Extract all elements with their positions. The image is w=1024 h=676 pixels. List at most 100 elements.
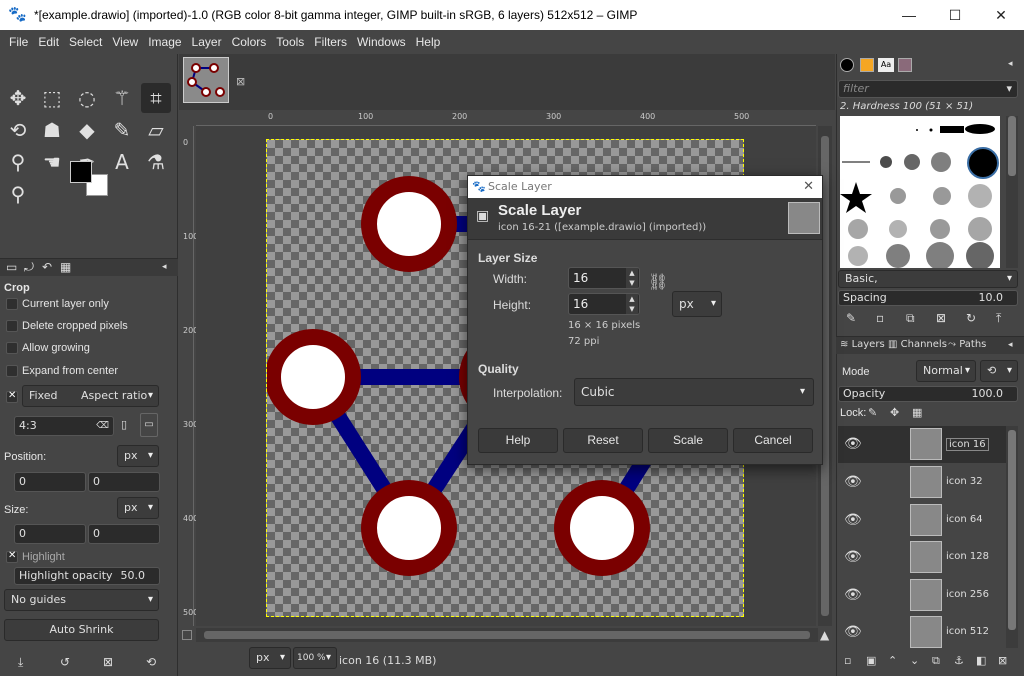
lock-pixels-icon[interactable]: ✎ <box>868 406 877 419</box>
layer-row[interactable]: 👁 icon 16 <box>838 426 1018 463</box>
eye-icon[interactable]: 👁 <box>844 587 862 603</box>
smudge-tool-icon[interactable]: ☚ <box>37 147 67 177</box>
tab-menu-icon[interactable]: ◂ <box>162 262 167 272</box>
close-window-button[interactable]: ✕ <box>978 0 1024 30</box>
navigate-icon[interactable]: ▲ <box>820 628 829 642</box>
device-status-tab-icon[interactable]: ⤾ <box>24 260 34 275</box>
scale-button[interactable]: Scale <box>648 428 728 453</box>
dialog-titlebar[interactable]: 🐾 Scale Layer ✕ <box>468 176 822 198</box>
landscape-icon[interactable]: ▭ <box>140 413 158 437</box>
tool-options-tab-icon[interactable]: ▭ <box>6 260 17 274</box>
width-input[interactable]: 16 ▲ ▼ <box>568 267 640 289</box>
images-tab-icon[interactable]: ▦ <box>60 260 71 274</box>
eye-icon[interactable]: 👁 <box>844 512 862 528</box>
auto-shrink-button[interactable]: Auto Shrink <box>4 619 159 641</box>
fuzzy-select-tool-icon[interactable]: ⚚ <box>107 83 137 113</box>
height-input[interactable]: 16 ▲ ▼ <box>568 293 640 315</box>
ratio-input[interactable]: 4:3 ⌫ <box>14 416 114 436</box>
quick-mask-toggle[interactable] <box>182 630 192 640</box>
zoom-tool-icon[interactable]: ⚲ <box>3 179 33 209</box>
duplicate-layer-icon[interactable]: ⧉ <box>932 654 940 668</box>
new-brush-icon[interactable]: ▫ <box>876 311 884 325</box>
edit-brush-icon[interactable]: ✎ <box>846 311 856 325</box>
mode-switch-button[interactable]: ⟲ ▾ <box>980 360 1018 382</box>
tab-paths[interactable]: ⤳ Paths <box>948 339 986 350</box>
eraser-tool-icon[interactable]: ▱ <box>141 115 171 145</box>
move-tool-icon[interactable]: ✥ <box>3 83 33 113</box>
delete-brush-icon[interactable]: ⊠ <box>936 311 946 325</box>
brush-filter-input[interactable]: filter ▾ <box>838 80 1018 98</box>
spin-arrows-icon[interactable]: ▲ ▼ <box>626 268 638 288</box>
eye-icon[interactable]: 👁 <box>844 549 862 565</box>
highlight-opacity-slider[interactable]: Highlight opacity 50.0 <box>14 567 160 585</box>
transform-tool-icon[interactable]: ⟲ <box>3 115 33 145</box>
position-unit-dropdown[interactable]: px ▾ <box>117 445 159 467</box>
menu-file[interactable]: File <box>4 35 33 49</box>
reset-button[interactable]: Reset <box>563 428 643 453</box>
menu-colors[interactable]: Colors <box>227 35 272 49</box>
position-y-input[interactable]: 0 <box>88 472 160 492</box>
unit-dropdown[interactable]: px ▾ <box>249 647 291 669</box>
delete-layer-icon[interactable]: ⊠ <box>998 654 1007 667</box>
warp-tool-icon[interactable]: ☗ <box>37 115 67 145</box>
mode-dropdown[interactable]: Normal ▾ <box>916 360 976 382</box>
reset-options-icon[interactable]: ⟲ <box>146 655 156 669</box>
restore-options-icon[interactable]: ↺ <box>60 655 70 669</box>
zoom-dropdown[interactable]: 100 % ▾ <box>293 647 337 669</box>
minimize-button[interactable]: — <box>886 0 932 30</box>
eye-icon[interactable]: 👁 <box>844 624 862 640</box>
menu-edit[interactable]: Edit <box>33 35 64 49</box>
portrait-icon[interactable]: ▯ <box>121 418 127 431</box>
open-brush-icon[interactable]: ⤒ <box>996 311 1001 326</box>
dock-menu-icon[interactable]: ◂ <box>1008 340 1013 350</box>
paintbrush-tool-icon[interactable]: ✎ <box>107 115 137 145</box>
size-w-input[interactable]: 0 <box>14 524 86 544</box>
fixed-aspect-dropdown[interactable]: Fixed Aspect ratio ▾ <box>22 385 159 407</box>
close-image-tab-icon[interactable]: ⊠ <box>236 75 245 88</box>
spacing-slider[interactable]: Spacing 10.0 <box>838 290 1018 306</box>
menu-image[interactable]: Image <box>143 35 186 49</box>
menu-layer[interactable]: Layer <box>187 35 227 49</box>
cancel-button[interactable]: Cancel <box>733 428 813 453</box>
layer-opacity-slider[interactable]: Opacity 100.0 <box>838 386 1018 402</box>
rect-select-tool-icon[interactable]: ⬚ <box>37 83 67 113</box>
text-tool-icon[interactable]: A <box>107 147 137 177</box>
delete-cropped-checkbox[interactable] <box>6 320 18 332</box>
mask-layer-icon[interactable]: ◧ <box>976 654 986 667</box>
dock-menu-icon[interactable]: ◂ <box>1008 59 1013 69</box>
spin-arrows-icon[interactable]: ▲ ▼ <box>626 294 638 314</box>
interpolation-dropdown[interactable]: Cubic ▾ <box>574 378 814 406</box>
fonts-tab-icon[interactable]: Aa <box>878 58 894 72</box>
guides-dropdown[interactable]: No guides ▾ <box>4 589 159 611</box>
tab-layers[interactable]: ≋ Layers <box>840 339 885 350</box>
image-thumbnail[interactable] <box>183 57 229 103</box>
horizontal-scrollbar[interactable] <box>196 628 818 642</box>
brush-grid[interactable] <box>840 116 1000 270</box>
menu-windows[interactable]: Windows <box>352 35 411 49</box>
tab-channels[interactable]: ▥ Channels <box>888 339 947 350</box>
allow-growing-checkbox[interactable] <box>6 342 18 354</box>
new-group-icon[interactable]: ▣ <box>866 654 876 667</box>
menu-select[interactable]: Select <box>64 35 107 49</box>
menu-tools[interactable]: Tools <box>271 35 309 49</box>
chain-link-icon[interactable]: ⛓ <box>648 272 668 291</box>
delete-options-icon[interactable]: ⊠ <box>103 655 113 669</box>
foreground-color-swatch[interactable] <box>70 161 92 183</box>
menu-filters[interactable]: Filters <box>309 35 352 49</box>
layer-row[interactable]: 👁 icon 256 <box>838 577 1018 614</box>
eye-icon[interactable]: 👁 <box>844 436 862 452</box>
crop-tool-icon[interactable]: ⌗ <box>141 83 171 113</box>
save-options-icon[interactable]: ⤓ <box>18 655 23 670</box>
highlight-checkbox[interactable] <box>6 550 18 563</box>
current-layer-only-checkbox[interactable] <box>6 298 18 310</box>
bucket-fill-tool-icon[interactable]: ◆ <box>72 115 102 145</box>
lock-alpha-icon[interactable]: ▦ <box>912 406 922 419</box>
new-layer-icon[interactable]: ▫ <box>844 654 851 667</box>
maximize-button[interactable]: ☐ <box>932 0 978 30</box>
clone-tool-icon[interactable]: ⚲ <box>3 147 33 177</box>
color-picker-tool-icon[interactable]: ⚗ <box>141 147 171 177</box>
lasso-tool-icon[interactable]: ◌ <box>72 83 102 113</box>
layer-row[interactable]: 👁 icon 128 <box>838 539 1018 576</box>
brush-scrollbar[interactable] <box>1006 116 1018 268</box>
clear-icon[interactable]: ⌫ <box>96 417 109 435</box>
